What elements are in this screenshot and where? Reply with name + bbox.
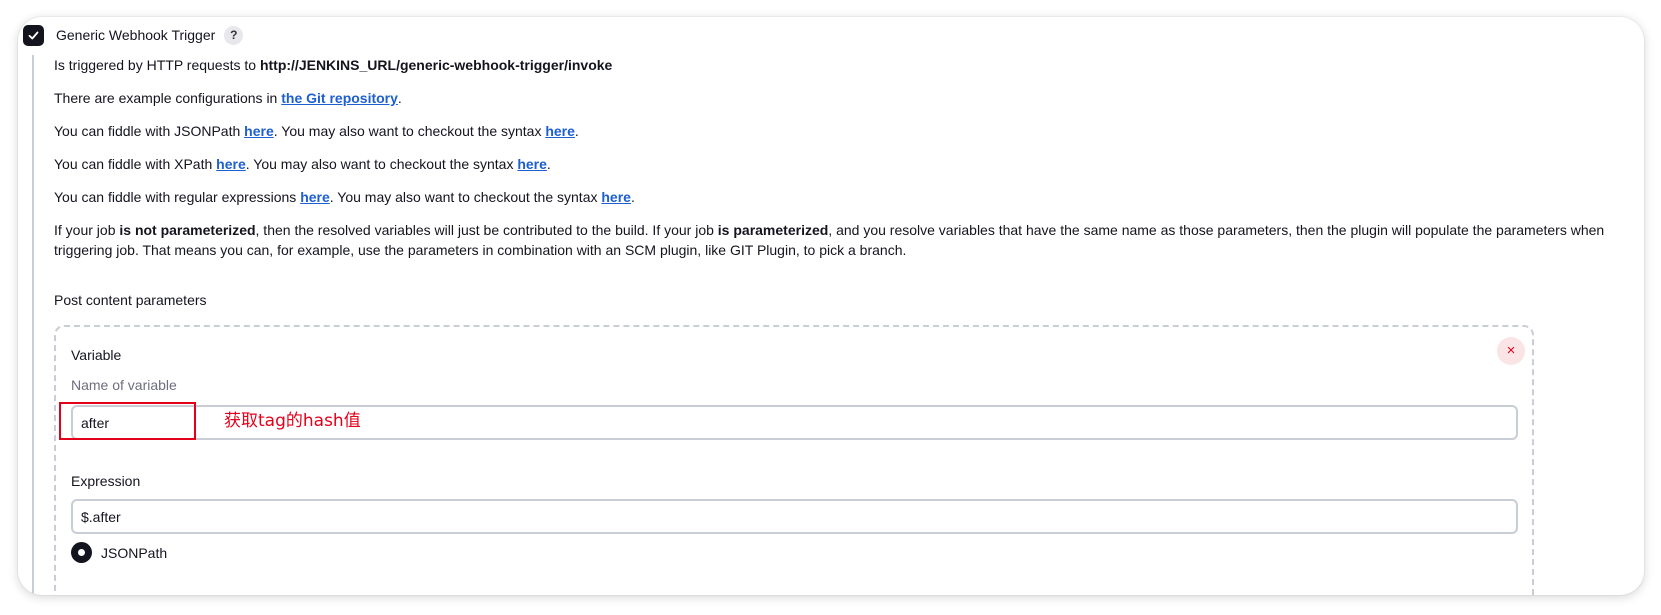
regex-line: You can fiddle with regular expressions …	[54, 189, 635, 205]
xpath-fiddle-link[interactable]: here	[216, 156, 246, 172]
expression-input[interactable]	[71, 499, 1518, 534]
jsonpath-line: You can fiddle with JSONPath here. You m…	[54, 123, 579, 139]
examples-line: There are example configurations in the …	[54, 90, 402, 106]
parameterized-note: If your job is not parameterized, then t…	[54, 222, 1605, 258]
jsonpath-radio[interactable]	[71, 542, 92, 563]
trigger-title: Generic Webhook Trigger	[56, 27, 216, 43]
git-repository-link[interactable]: the Git repository	[281, 90, 398, 106]
expression-label: Expression	[71, 473, 141, 489]
post-content-parameters-title: Post content parameters	[54, 292, 207, 308]
jsonpath-syntax-link[interactable]: here	[545, 123, 575, 139]
help-icon[interactable]: ?	[224, 25, 244, 45]
annotation-text: 获取tag的hash值	[224, 411, 361, 431]
regex-fiddle-link[interactable]: here	[300, 189, 330, 205]
xpath-syntax-link[interactable]: here	[517, 156, 547, 172]
variable-label: Variable	[71, 347, 122, 363]
jsonpath-radio-label: JSONPath	[101, 544, 168, 561]
checkmark-icon	[28, 31, 39, 39]
regex-syntax-link[interactable]: here	[601, 189, 631, 205]
post-parameter-block: × Variable Name of variable 获取tag的hash值 …	[54, 325, 1534, 595]
invoke-url: http://JENKINS_URL/generic-webhook-trigg…	[259, 57, 613, 73]
xpath-line: You can fiddle with XPath here. You may …	[54, 156, 551, 172]
trigger-card: Generic Webhook Trigger ? Is triggered b…	[18, 17, 1644, 595]
invoke-line: Is triggered by HTTP requests to http://…	[54, 57, 613, 73]
close-icon: ×	[1506, 342, 1516, 359]
trigger-header: Generic Webhook Trigger ?	[23, 24, 244, 46]
delete-parameter-button[interactable]: ×	[1497, 337, 1525, 365]
variable-hint: Name of variable	[71, 377, 177, 393]
trigger-checkbox[interactable]	[23, 24, 44, 46]
jsonpath-fiddle-link[interactable]: here	[244, 123, 274, 139]
jsonpath-radio-option[interactable]: JSONPath	[71, 542, 167, 563]
nested-section-line	[32, 55, 34, 595]
radio-selected-dot	[78, 549, 85, 556]
